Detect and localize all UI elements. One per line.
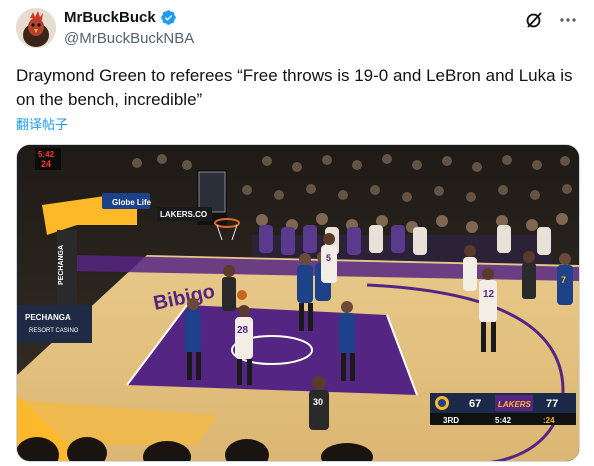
display-name-row[interactable]: MrBuckBuck — [64, 9, 177, 26]
display-name[interactable]: MrBuckBuck — [64, 9, 156, 26]
tweet-text: Draymond Green to referees “Free throws … — [16, 66, 573, 109]
arena-game-clock: 5:42 — [38, 150, 55, 159]
basketball-court-photo: Bibigo Globe Life LAKERS.CO PECHANGA RES… — [17, 145, 579, 461]
tweet-actions-top — [524, 10, 578, 30]
grok-icon[interactable] — [524, 10, 544, 30]
translate-post-link[interactable]: 翻译帖子 — [16, 114, 68, 133]
jersey-number-5: 5 — [326, 253, 331, 263]
jersey-number-7: 7 — [561, 275, 566, 285]
more-icon-svg — [560, 18, 576, 22]
pechanga-sub-text: RESORT CASINO — [29, 328, 79, 334]
arena-shot-clock: 5:42 24 — [35, 148, 61, 170]
jersey-number-28: 28 — [237, 325, 249, 336]
user-handle[interactable]: @MrBuckBuckNBA — [64, 30, 194, 47]
scorebug-clock: 5:42 — [495, 416, 512, 425]
away-team-name: LAKERS — [498, 400, 532, 409]
avatar[interactable] — [16, 8, 56, 48]
pechanga-text: PECHANGA — [25, 313, 71, 322]
jersey-number-12: 12 — [483, 289, 495, 300]
basketball — [237, 290, 247, 300]
lakers-sign-text: LAKERS.CO — [160, 210, 207, 219]
grok-icon-svg — [526, 12, 542, 28]
jersey-number-30: 30 — [313, 397, 323, 407]
verified-badge-icon — [160, 10, 176, 25]
globe-life-text: Globe Life — [112, 198, 152, 207]
scorebug-shot-clock: :24 — [543, 416, 555, 425]
avatar-image — [16, 8, 56, 48]
scorebug: 67 LAKERS 77 3RD 5:42 :24 — [430, 393, 576, 425]
scorebug-quarter: 3RD — [443, 416, 459, 425]
home-score: 67 — [469, 398, 481, 410]
arena-shot-clock-value: 24 — [41, 159, 51, 169]
pechanga-stanchion-text: PECHANGA — [58, 245, 65, 285]
more-icon[interactable] — [558, 10, 578, 30]
away-score: 77 — [546, 398, 558, 410]
tweet-media-image[interactable]: Bibigo Globe Life LAKERS.CO PECHANGA RES… — [16, 144, 580, 462]
